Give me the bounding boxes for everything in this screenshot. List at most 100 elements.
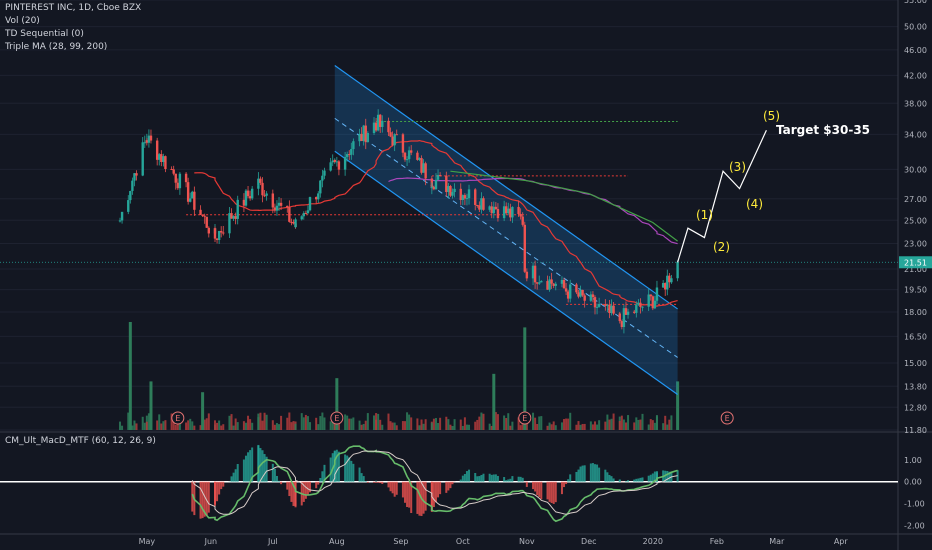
earnings-label: E xyxy=(725,414,730,423)
volume-bar xyxy=(548,422,551,430)
volume-bar xyxy=(329,421,332,430)
candle-body xyxy=(257,185,260,189)
candle-body xyxy=(480,198,483,210)
candle-body xyxy=(581,289,584,296)
candle-body xyxy=(279,202,283,206)
volume-bar xyxy=(189,418,192,430)
price-tick-label: 27.00 xyxy=(904,195,927,204)
candle-body xyxy=(259,178,262,183)
candle-body xyxy=(360,133,363,142)
volume-bar xyxy=(649,419,652,430)
candle-body xyxy=(230,213,233,219)
candle-body xyxy=(451,192,454,196)
volume-bar xyxy=(121,425,124,430)
candle-body xyxy=(653,300,657,309)
price-tick-label: 34.00 xyxy=(904,130,927,139)
volume-bar xyxy=(550,424,553,430)
macd-histogram-bar xyxy=(220,481,223,490)
candle-body xyxy=(604,304,607,306)
volume-bar xyxy=(261,420,264,430)
candle-body xyxy=(401,134,405,153)
macd-histogram-bar xyxy=(218,481,221,495)
macd-histogram-bar xyxy=(478,476,481,482)
candle-body xyxy=(381,120,384,127)
volume-bar xyxy=(222,424,225,430)
volume-bar xyxy=(408,414,411,430)
macd-histogram-bar xyxy=(639,477,642,482)
volume-bar xyxy=(507,413,510,430)
volume-bar xyxy=(664,415,667,430)
volume-bar xyxy=(606,414,609,430)
current-price-label: 21.51 xyxy=(904,258,927,267)
volume-bar xyxy=(379,419,382,430)
volume-bar xyxy=(290,422,293,430)
volume-bar xyxy=(232,425,235,430)
volume-bar xyxy=(453,419,456,430)
candle-body xyxy=(463,195,467,199)
volume-bar xyxy=(135,423,138,430)
volume-bar xyxy=(286,417,289,430)
oscillator-tick-label: 1.00 xyxy=(904,456,922,465)
candle-body xyxy=(583,295,586,301)
candle-body xyxy=(302,213,306,217)
macd-histogram-bar xyxy=(649,474,652,482)
volume-bar xyxy=(315,417,318,430)
candle-body xyxy=(436,175,440,180)
macd-histogram-bar xyxy=(294,481,297,506)
candle-body xyxy=(127,200,130,212)
volume-bar xyxy=(620,415,623,430)
volume-bar xyxy=(651,420,654,430)
candle-body xyxy=(612,305,615,314)
macd-histogram-bar xyxy=(263,454,266,482)
volume-bar xyxy=(309,422,311,430)
volume-bar xyxy=(236,422,239,430)
macd-histogram-bar xyxy=(538,481,541,498)
legend-td: TD Sequential (0) xyxy=(5,29,84,39)
macd-histogram-bar xyxy=(271,463,274,482)
candle-body xyxy=(205,216,208,228)
volume-bar xyxy=(604,421,607,430)
chart: E E E E 55.00 50.00 46.00 42.00 38.00 34.00 30.00… xyxy=(0,0,932,550)
volume-bar xyxy=(655,416,658,430)
candle-body xyxy=(525,271,529,279)
macd-histogram-bar xyxy=(201,481,204,519)
macd-histogram-bar xyxy=(496,475,499,482)
candle-body xyxy=(199,209,202,215)
candle-body xyxy=(589,294,593,301)
candle-body xyxy=(184,173,188,183)
volume-bar xyxy=(447,419,450,430)
price-tick-label: 13.80 xyxy=(904,382,927,391)
candle-body xyxy=(424,163,427,179)
volume-bar xyxy=(346,415,349,430)
channel-fill xyxy=(334,65,678,395)
volume-bar xyxy=(362,424,365,430)
candle-body xyxy=(577,292,580,297)
candle-body xyxy=(533,265,537,283)
candle-body xyxy=(407,150,411,160)
macd-histogram-bar xyxy=(319,477,322,482)
candle-body xyxy=(193,191,196,210)
month-label: Nov xyxy=(519,537,535,546)
wave-label-3: (3) xyxy=(729,160,746,174)
macd-histogram-bar xyxy=(408,481,411,508)
volume-bar xyxy=(478,416,481,430)
macd-histogram-bar xyxy=(465,471,468,482)
macd-histogram-bar xyxy=(517,476,520,482)
volume-bar xyxy=(364,420,367,430)
macd-histogram-bar xyxy=(280,481,283,485)
macd-histogram-bar xyxy=(236,464,239,482)
macd-histogram-bar xyxy=(461,475,464,482)
candle-body xyxy=(393,134,396,146)
volume-bar xyxy=(546,425,549,430)
wave-label-1: (1) xyxy=(696,208,713,222)
candle-body xyxy=(575,284,578,293)
macd-histogram-bar xyxy=(199,481,202,519)
earnings-label: E xyxy=(334,414,339,423)
volume-bar xyxy=(234,418,237,430)
macd-histogram-bar xyxy=(290,481,293,502)
candle-body xyxy=(362,125,365,142)
volume-bar xyxy=(406,412,409,430)
macd-histogram-bar xyxy=(315,481,318,489)
candle-body xyxy=(176,182,180,189)
candle-body xyxy=(647,294,650,307)
